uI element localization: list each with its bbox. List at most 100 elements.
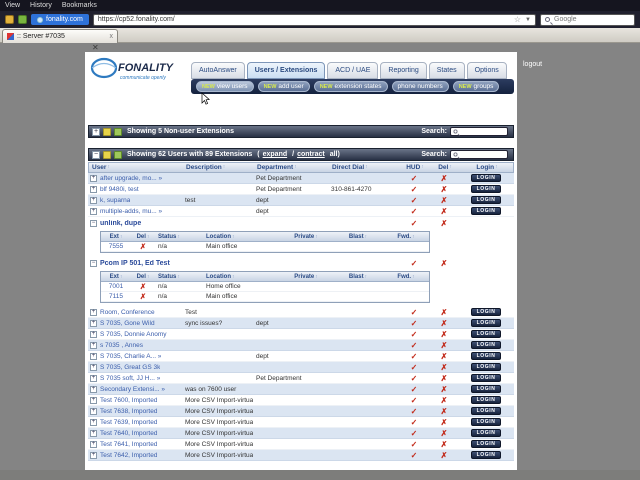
delete-icon[interactable]: ✗ bbox=[430, 207, 458, 216]
delete-icon[interactable]: ✗ bbox=[430, 174, 458, 183]
sub-column-header-location[interactable]: Location ↑ bbox=[203, 274, 279, 280]
hud-check-icon[interactable]: ✓ bbox=[398, 259, 430, 268]
delete-icon[interactable]: ✗ bbox=[430, 363, 458, 372]
expand-icon[interactable]: + bbox=[90, 429, 97, 437]
delete-icon[interactable]: ✗ bbox=[430, 407, 458, 416]
user-link[interactable]: Secondary Extensi... » bbox=[100, 386, 165, 393]
hud-check-icon[interactable]: ✓ bbox=[398, 440, 430, 449]
user-link[interactable]: after upgrade, mo... » bbox=[100, 175, 162, 182]
login-button[interactable]: LOGIN bbox=[471, 207, 501, 215]
sub-column-header-status[interactable]: Status ↑ bbox=[155, 234, 203, 240]
hud-check-icon[interactable]: ✓ bbox=[398, 341, 430, 350]
hud-check-icon[interactable]: ✓ bbox=[398, 308, 430, 317]
sub-column-header-blast[interactable]: Blast ↑ bbox=[333, 234, 383, 240]
hud-check-icon[interactable]: ✓ bbox=[398, 330, 430, 339]
sub-column-header-fwd[interactable]: Fwd. ↑ bbox=[383, 274, 429, 280]
tab-acd-uae[interactable]: ACD / UAE bbox=[327, 62, 379, 79]
delete-icon[interactable]: ✗ bbox=[430, 385, 458, 394]
expand-icon[interactable]: + bbox=[90, 374, 97, 382]
tab-close-icon[interactable]: x bbox=[110, 33, 114, 40]
user-link[interactable]: multiple-adds, mu... » bbox=[100, 208, 162, 215]
delete-icon[interactable]: ✗ bbox=[430, 374, 458, 383]
expand-icon[interactable]: + bbox=[90, 341, 97, 349]
user-link[interactable]: s 7035 , Annes bbox=[100, 342, 143, 349]
login-button[interactable]: LOGIN bbox=[471, 341, 501, 349]
column-header-hud[interactable]: HUD ↑ bbox=[399, 164, 431, 171]
expand-icon[interactable]: + bbox=[90, 451, 97, 459]
tab-states[interactable]: States bbox=[428, 62, 465, 79]
tab-options[interactable]: Options bbox=[466, 62, 507, 79]
subnav-add-user[interactable]: NEW add user bbox=[257, 81, 310, 92]
delete-icon[interactable]: ✗ bbox=[131, 282, 155, 291]
contract-all-link[interactable]: contract bbox=[297, 151, 325, 158]
user-link[interactable]: S 7035, Gone Wild bbox=[100, 320, 155, 327]
nonuser-search-input[interactable] bbox=[450, 127, 508, 136]
hud-check-icon[interactable]: ✓ bbox=[398, 385, 430, 394]
expand-icon[interactable]: + bbox=[90, 174, 97, 182]
user-link[interactable]: Test 7642, Imported bbox=[100, 452, 157, 459]
user-link[interactable]: S 7035 soft, JJ H... » bbox=[100, 375, 160, 382]
expand-icon[interactable]: + bbox=[90, 330, 97, 338]
login-button[interactable]: LOGIN bbox=[471, 363, 501, 371]
collapse-icon[interactable]: − bbox=[90, 259, 97, 267]
user-link[interactable]: Room, Conference bbox=[100, 309, 155, 316]
user-link[interactable]: blf 9480i, test bbox=[100, 186, 139, 193]
toolbar-icon[interactable] bbox=[18, 15, 27, 24]
hud-check-icon[interactable]: ✓ bbox=[398, 174, 430, 183]
expand-icon[interactable]: + bbox=[90, 440, 97, 448]
user-link[interactable]: S 7035, Donnie Anomy bbox=[100, 331, 167, 338]
login-button[interactable]: LOGIN bbox=[471, 385, 501, 393]
hud-check-icon[interactable]: ✓ bbox=[398, 352, 430, 361]
login-button[interactable]: LOGIN bbox=[471, 429, 501, 437]
menu-history[interactable]: History bbox=[30, 2, 52, 9]
collapse-icon[interactable]: − bbox=[92, 150, 100, 159]
expand-icon[interactable]: + bbox=[92, 127, 100, 136]
expand-icon[interactable]: + bbox=[90, 396, 97, 404]
sub-column-header-fwd[interactable]: Fwd. ↑ bbox=[383, 234, 429, 240]
delete-icon[interactable]: ✗ bbox=[430, 352, 458, 361]
tab-users-extensions[interactable]: Users / Extensions bbox=[246, 62, 326, 79]
column-header-del[interactable]: Del ↑ bbox=[431, 164, 459, 171]
login-button[interactable]: LOGIN bbox=[471, 319, 501, 327]
sub-column-header-private[interactable]: Private ↑ bbox=[279, 274, 333, 280]
hud-check-icon[interactable]: ✓ bbox=[398, 363, 430, 372]
sub-column-header-ext[interactable]: Ext ↑ bbox=[101, 274, 131, 280]
delete-icon[interactable]: ✗ bbox=[430, 196, 458, 205]
sub-column-header-del[interactable]: Del ↑ bbox=[131, 234, 155, 240]
delete-icon[interactable]: ✗ bbox=[131, 292, 155, 301]
extension-link[interactable]: 7115 bbox=[101, 293, 131, 300]
login-button[interactable]: LOGIN bbox=[471, 174, 501, 182]
hud-check-icon[interactable]: ✓ bbox=[398, 207, 430, 216]
login-button[interactable]: LOGIN bbox=[471, 407, 501, 415]
hud-check-icon[interactable]: ✓ bbox=[398, 396, 430, 405]
login-button[interactable]: LOGIN bbox=[471, 352, 501, 360]
tab-reporting[interactable]: Reporting bbox=[380, 62, 427, 79]
user-link[interactable]: Test 7600, Imported bbox=[100, 397, 157, 404]
expand-icon[interactable]: + bbox=[90, 352, 97, 360]
subnav-view-users[interactable]: NEW view users bbox=[196, 81, 254, 92]
column-header-direct-dial[interactable]: Direct Dial ↑ bbox=[329, 164, 399, 171]
extension-link[interactable]: 7001 bbox=[101, 283, 131, 290]
hud-check-icon[interactable]: ✓ bbox=[398, 319, 430, 328]
expand-icon[interactable]: + bbox=[90, 319, 97, 327]
delete-icon[interactable]: ✗ bbox=[430, 259, 458, 268]
subnav-phone-numbers[interactable]: phone numbers bbox=[391, 81, 449, 92]
web-search-box[interactable]: Google bbox=[540, 13, 635, 26]
expand-icon[interactable]: + bbox=[90, 407, 97, 415]
toolbar-icon[interactable] bbox=[5, 15, 14, 24]
sub-column-header-del[interactable]: Del ↑ bbox=[131, 274, 155, 280]
tab-autoanswer[interactable]: AutoAnswer bbox=[191, 62, 245, 79]
user-link[interactable]: Test 7639, Imported bbox=[100, 419, 157, 426]
delete-icon[interactable]: ✗ bbox=[430, 341, 458, 350]
sub-column-header-ext[interactable]: Ext ↑ bbox=[101, 234, 131, 240]
sub-column-header-private[interactable]: Private ↑ bbox=[279, 234, 333, 240]
expand-icon[interactable]: + bbox=[90, 185, 97, 193]
expand-icon[interactable]: + bbox=[90, 363, 97, 371]
delete-icon[interactable]: ✗ bbox=[430, 440, 458, 449]
group-user-link[interactable]: unlink, dupe bbox=[100, 220, 141, 227]
group-user-link[interactable]: Pcom IP 501, Ed Test bbox=[100, 260, 170, 267]
login-button[interactable]: LOGIN bbox=[471, 374, 501, 382]
menu-bookmarks[interactable]: Bookmarks bbox=[62, 2, 97, 9]
delete-icon[interactable]: ✗ bbox=[430, 308, 458, 317]
hud-check-icon[interactable]: ✓ bbox=[398, 418, 430, 427]
